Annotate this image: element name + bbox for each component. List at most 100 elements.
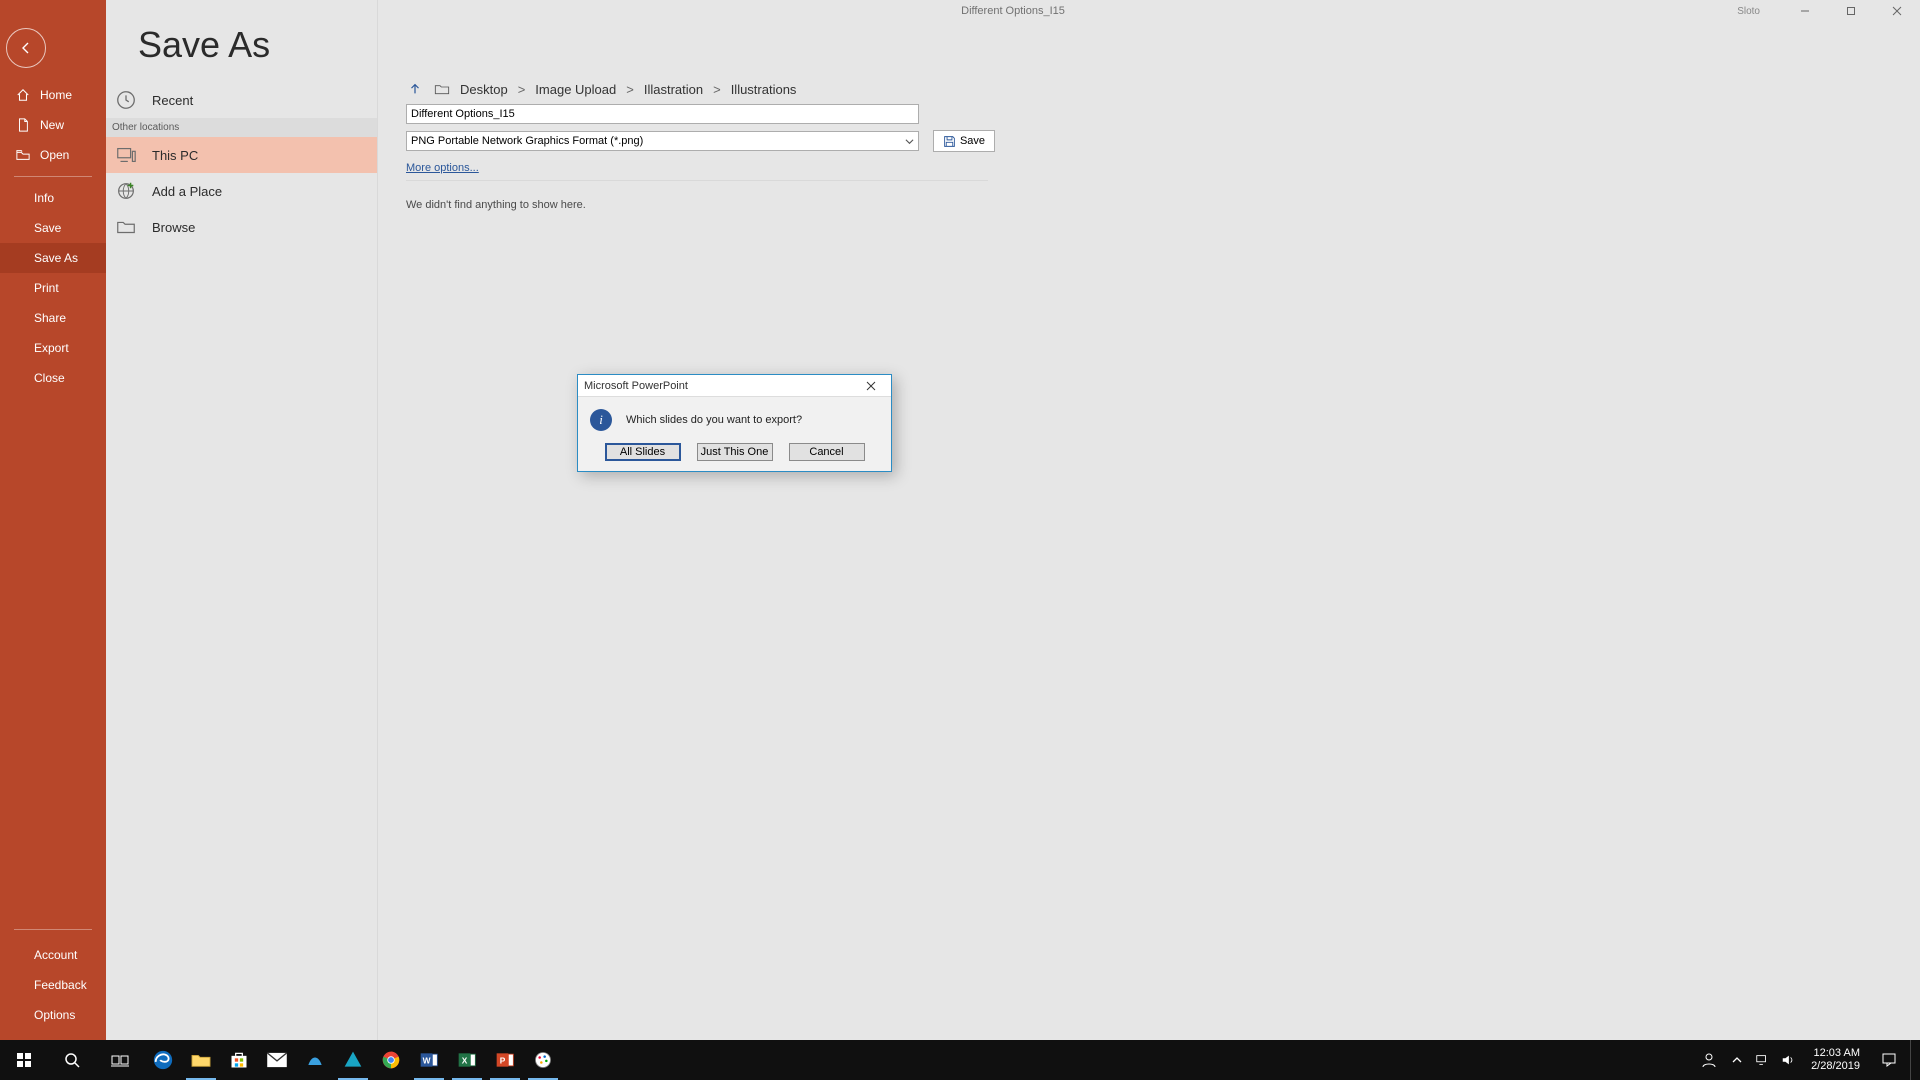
pc-icon xyxy=(114,143,138,167)
backstage-sidebar: Home New Open Info Save Save As Print Sh… xyxy=(0,0,106,1040)
clock-icon xyxy=(114,88,138,112)
nav-separator xyxy=(14,929,92,930)
nav-label: Feedback xyxy=(34,978,87,992)
breadcrumb: Desktop > Image Upload > Illastration > … xyxy=(406,80,1892,98)
taskbar-app-mail[interactable] xyxy=(258,1040,296,1080)
more-options-link[interactable]: More options... xyxy=(406,162,479,174)
task-view-button[interactable] xyxy=(96,1040,144,1080)
filename-input[interactable] xyxy=(406,104,919,124)
taskbar-app-store[interactable] xyxy=(220,1040,258,1080)
nav-share[interactable]: Share xyxy=(0,303,106,333)
save-button[interactable]: Save xyxy=(933,130,995,152)
tray-people-icon[interactable] xyxy=(1695,1040,1723,1080)
taskbar-app-explorer[interactable] xyxy=(182,1040,220,1080)
info-icon: i xyxy=(590,409,612,431)
breadcrumb-segment[interactable]: Desktop xyxy=(460,82,508,97)
nav-label: Info xyxy=(34,191,54,205)
just-this-one-button[interactable]: Just This One xyxy=(697,443,773,461)
search-button[interactable] xyxy=(48,1040,96,1080)
cancel-button[interactable]: Cancel xyxy=(789,443,865,461)
tray-network-icon[interactable] xyxy=(1751,1040,1773,1080)
chevron-down-icon xyxy=(905,137,914,146)
up-one-level-button[interactable] xyxy=(406,80,424,98)
breadcrumb-segment[interactable]: Image Upload xyxy=(535,82,616,97)
taskbar-app-chrome[interactable] xyxy=(372,1040,410,1080)
dialog-close-button[interactable] xyxy=(857,376,885,396)
tray-overflow-icon[interactable] xyxy=(1727,1040,1747,1080)
tray-volume-icon[interactable] xyxy=(1777,1040,1799,1080)
export-slides-dialog: Microsoft PowerPoint i Which slides do y… xyxy=(577,374,892,472)
folder-icon xyxy=(434,82,450,96)
dialog-titlebar[interactable]: Microsoft PowerPoint xyxy=(578,375,891,397)
nav-label: Save As xyxy=(34,251,78,265)
taskbar-app-powerpoint[interactable]: P xyxy=(486,1040,524,1080)
nav-label: Save xyxy=(34,221,61,235)
folder-icon xyxy=(114,215,138,239)
nav-new[interactable]: New xyxy=(0,110,106,140)
nav-close[interactable]: Close xyxy=(0,363,106,393)
taskbar-app-generic-1[interactable] xyxy=(296,1040,334,1080)
nav-new-label: New xyxy=(40,118,64,132)
nav-open[interactable]: Open xyxy=(0,140,106,170)
location-label: This PC xyxy=(152,148,198,163)
show-desktop-button[interactable] xyxy=(1910,1040,1916,1080)
save-icon xyxy=(943,135,956,148)
nav-save[interactable]: Save xyxy=(0,213,106,243)
nav-account[interactable]: Account xyxy=(0,940,106,970)
taskbar-app-edge[interactable] xyxy=(144,1040,182,1080)
folder-open-icon xyxy=(16,148,30,162)
breadcrumb-separator: > xyxy=(518,82,526,97)
windows-taskbar: W X P 12:03 AM 2/28/2019 xyxy=(0,1040,1920,1080)
breadcrumb-segment[interactable]: Illustrations xyxy=(731,82,797,97)
globe-plus-icon xyxy=(114,179,138,203)
nav-info[interactable]: Info xyxy=(0,183,106,213)
clock-time: 12:03 AM xyxy=(1814,1047,1860,1060)
start-button[interactable] xyxy=(0,1040,48,1080)
nav-label: Close xyxy=(34,371,65,385)
nav-options[interactable]: Options xyxy=(0,1000,106,1030)
nav-home[interactable]: Home xyxy=(0,80,106,110)
taskbar-app-paint[interactable] xyxy=(524,1040,562,1080)
nav-open-label: Open xyxy=(40,148,69,162)
save-button-label: Save xyxy=(960,135,985,147)
save-content-panel: Desktop > Image Upload > Illastration > … xyxy=(378,0,1920,1040)
breadcrumb-separator: > xyxy=(713,82,721,97)
nav-label: Share xyxy=(34,311,66,325)
location-label: Recent xyxy=(152,93,193,108)
breadcrumb-separator: > xyxy=(626,82,634,97)
locations-header: Other locations xyxy=(106,118,377,137)
back-button[interactable] xyxy=(6,28,46,68)
page-title: Save As xyxy=(138,24,270,66)
nav-print[interactable]: Print xyxy=(0,273,106,303)
location-this-pc[interactable]: This PC xyxy=(106,137,377,173)
clock-date: 2/28/2019 xyxy=(1811,1060,1860,1073)
location-add-place[interactable]: Add a Place xyxy=(106,173,377,209)
nav-home-label: Home xyxy=(40,88,72,102)
taskbar-app-generic-2[interactable] xyxy=(334,1040,372,1080)
svg-text:W: W xyxy=(423,1055,431,1065)
svg-text:P: P xyxy=(500,1055,506,1065)
location-browse[interactable]: Browse xyxy=(106,209,377,245)
document-icon xyxy=(16,118,30,132)
file-format-select[interactable]: PNG Portable Network Graphics Format (*.… xyxy=(406,131,919,151)
nav-feedback[interactable]: Feedback xyxy=(0,970,106,1000)
nav-label: Export xyxy=(34,341,69,355)
location-label: Browse xyxy=(152,220,195,235)
location-recent[interactable]: Recent xyxy=(106,82,377,118)
dialog-title: Microsoft PowerPoint xyxy=(584,380,688,392)
divider xyxy=(406,180,988,181)
locations-panel: Recent Other locations This PC Add a Pla… xyxy=(106,0,378,1040)
tray-action-center-icon[interactable] xyxy=(1872,1040,1906,1080)
nav-separator xyxy=(14,176,92,177)
all-slides-button[interactable]: All Slides xyxy=(605,443,681,461)
nav-label: Print xyxy=(34,281,59,295)
nav-label: Options xyxy=(34,1008,75,1022)
breadcrumb-segment[interactable]: Illastration xyxy=(644,82,703,97)
empty-folder-message: We didn't find anything to show here. xyxy=(406,199,1892,211)
taskbar-clock[interactable]: 12:03 AM 2/28/2019 xyxy=(1803,1047,1868,1073)
taskbar-app-excel[interactable]: X xyxy=(448,1040,486,1080)
location-label: Add a Place xyxy=(152,184,222,199)
nav-save-as[interactable]: Save As xyxy=(0,243,106,273)
taskbar-app-word[interactable]: W xyxy=(410,1040,448,1080)
nav-export[interactable]: Export xyxy=(0,333,106,363)
